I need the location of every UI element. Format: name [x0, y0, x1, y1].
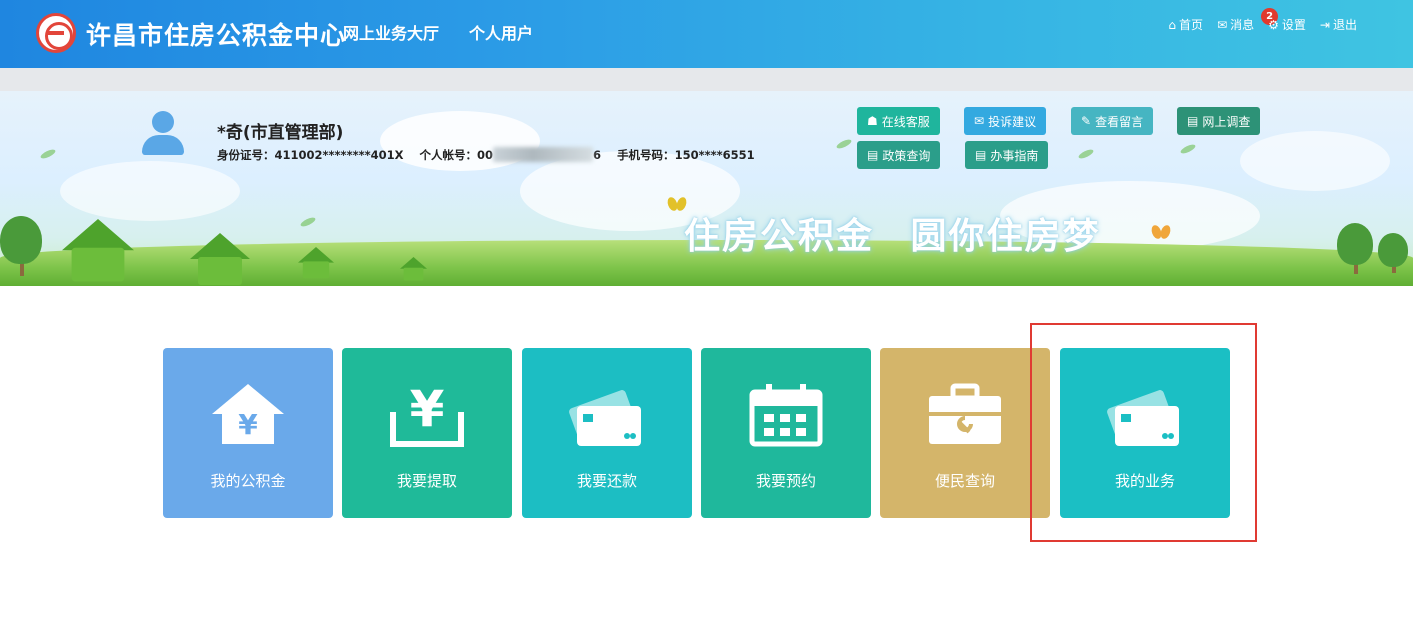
house-yuan-icon: ¥ [212, 384, 284, 444]
tile-label: 我要提取 [396, 472, 457, 490]
home-link[interactable]: ⌂ 首页 [1168, 16, 1203, 33]
view-messages-button[interactable]: ✎ 查看留言 [1071, 107, 1154, 135]
logo-icon [36, 13, 76, 53]
survey-icon: ▤ [1187, 114, 1199, 128]
user-banner: *奇(市直管理部) 身份证号：411002********401X 个人帐号：0… [0, 91, 1413, 286]
header-divider [0, 68, 1413, 91]
messages-link[interactable]: ✉ 消息 2 [1217, 8, 1279, 33]
tree-decoration [1337, 223, 1373, 265]
redacted-blur [493, 147, 594, 162]
leaf-decoration [299, 215, 317, 229]
cloud-decoration [60, 161, 240, 221]
butterfly-icon [1152, 225, 1170, 239]
mail-icon: ✉ [1217, 17, 1228, 32]
tile-convenience-query[interactable]: 便民查询 [880, 348, 1050, 518]
toolbox-icon [929, 383, 1001, 444]
banner-slogan: 住房公积金 圆你住房梦 [684, 216, 1101, 257]
tile-appointment[interactable]: 我要预约 [701, 348, 871, 518]
tile-withdraw[interactable]: ¥ 我要提取 [342, 348, 512, 518]
complaint-button[interactable]: ✉ 投诉建议 [964, 107, 1047, 135]
policy-icon: ▤ [867, 148, 879, 162]
svg-text:¥: ¥ [410, 382, 445, 438]
cloud-decoration [1240, 131, 1390, 191]
service-icon: ☗ [867, 114, 878, 128]
top-links: ⌂ 首页 ✉ 消息 2 ⚙ 设置 ⇥ 退出 [1168, 8, 1357, 33]
tree-decoration [1378, 233, 1408, 267]
brand-title: 许昌市住房公积金中心 [86, 21, 347, 50]
logout-icon: ⇥ [1319, 17, 1330, 32]
yuan-tray-icon: ¥ [390, 382, 464, 447]
id-number: 身份证号：411002********401X [217, 148, 404, 162]
message-icon: ✎ [1081, 114, 1092, 128]
guide-icon: ▤ [975, 148, 987, 162]
policy-query-button[interactable]: ▤ 政策查询 [857, 141, 941, 169]
tile-label: 便民查询 [934, 472, 995, 490]
user-name: *奇(市直管理部) [217, 123, 344, 143]
leaf-decoration [39, 147, 57, 161]
tree-decoration [0, 216, 42, 264]
nav-personal-user[interactable]: 个人用户 [469, 20, 533, 44]
leaf-decoration [1077, 147, 1095, 161]
top-bar: 许昌市住房公积金中心 网上业务大厅 个人用户 ⌂ 首页 ✉ 消息 2 ⚙ 设置 … [0, 0, 1413, 68]
account-number: 个人帐号：00 6 [419, 147, 602, 162]
logout-link[interactable]: ⇥ 退出 [1320, 16, 1357, 33]
gear-icon: ⚙ [1268, 17, 1279, 32]
nav-online-hall[interactable]: 网上业务大厅 [343, 20, 439, 44]
svg-text:¥: ¥ [238, 408, 258, 441]
phone-number: 手机号码：150****6551 [617, 148, 755, 162]
leaf-decoration [835, 137, 853, 151]
service-guide-button[interactable]: ▤ 办事指南 [965, 141, 1049, 169]
tile-label: 我要预约 [755, 472, 816, 490]
tile-my-fund[interactable]: ¥ 我的公积金 [163, 348, 333, 518]
tile-label: 我的公积金 [210, 472, 286, 490]
card-icon [569, 390, 641, 446]
user-details: 身份证号：411002********401X 个人帐号：00 6 手机号码：15… [217, 147, 767, 163]
avatar [136, 103, 192, 159]
highlight-box [1030, 323, 1257, 542]
online-service-button[interactable]: ☗ 在线客服 [857, 107, 940, 135]
home-icon: ⌂ [1168, 17, 1177, 32]
tile-label: 我要还款 [576, 472, 637, 490]
online-survey-button[interactable]: ▤ 网上调查 [1177, 107, 1261, 135]
leaf-decoration [1179, 142, 1197, 156]
tile-repay[interactable]: 我要还款 [522, 348, 692, 518]
envelope-icon: ✉ [974, 114, 985, 128]
settings-link[interactable]: ⚙ 设置 [1268, 16, 1306, 33]
calendar-icon [749, 384, 823, 447]
